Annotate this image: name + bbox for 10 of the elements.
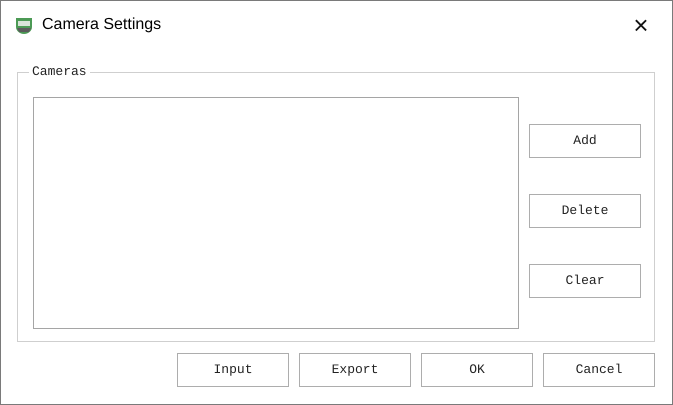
camera-list[interactable] xyxy=(33,97,519,329)
dialog-button[interactable]: Cancel xyxy=(543,353,655,387)
dialog-button[interactable]: Delete xyxy=(529,194,641,228)
dialog-button[interactable]: Add xyxy=(529,124,641,158)
close-button[interactable]: × xyxy=(618,1,664,48)
dialog-button[interactable]: Clear xyxy=(529,264,641,298)
window-title: Camera Settings xyxy=(42,14,162,34)
dialog-button[interactable]: OK xyxy=(421,353,533,387)
dialog-button[interactable]: Export xyxy=(299,353,411,387)
dialog-button[interactable]: Input xyxy=(177,353,289,387)
